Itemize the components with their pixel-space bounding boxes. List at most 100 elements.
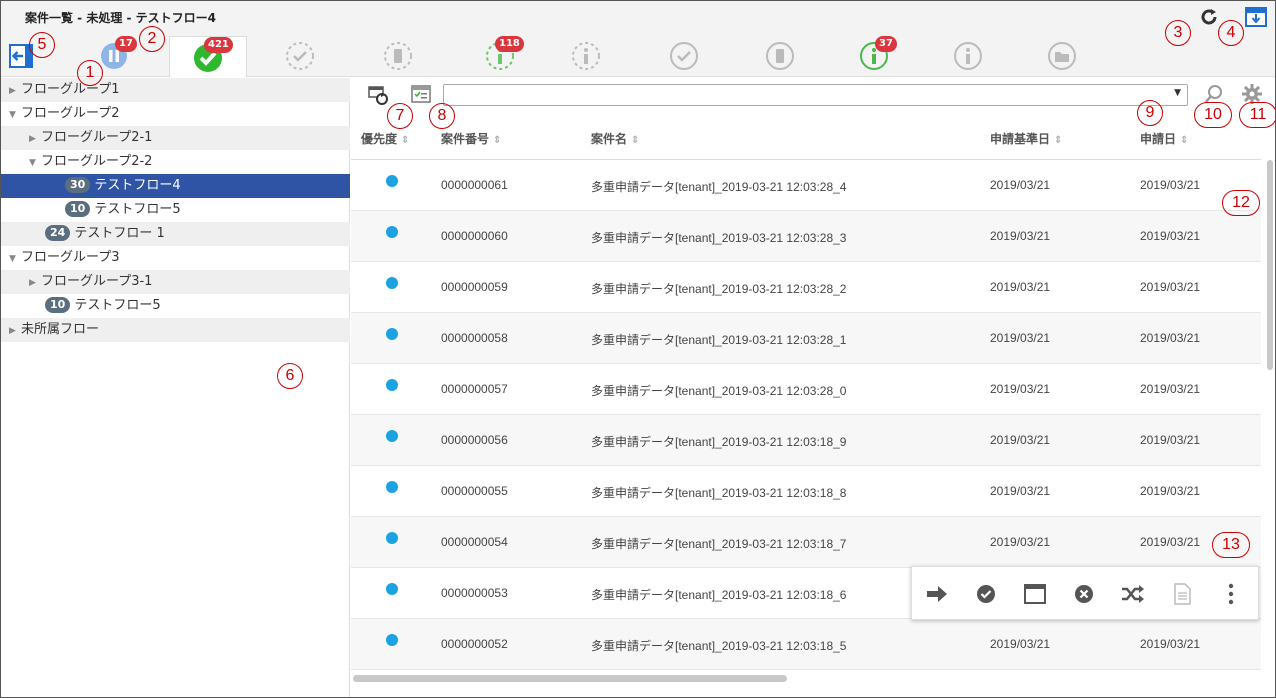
tree-item-label: フローグループ3-1: [41, 274, 153, 289]
table-row[interactable]: 0000000061 多重申請データ[tenant]_2019-03-21 12…: [351, 160, 1261, 211]
title-bar: 案件一覧 - 未処理 - テストフロー4: [1, 1, 1275, 33]
column-settings-icon[interactable]: [411, 84, 431, 107]
case-name: 多重申請データ[tenant]_2019-03-21 12:03:28_1: [591, 333, 847, 347]
case-name: 多重申請データ[tenant]_2019-03-21 12:03:18_7: [591, 537, 847, 551]
search-select[interactable]: ▼: [443, 84, 1188, 106]
case-number: 0000000060: [441, 229, 508, 243]
tab-folder-outline[interactable]: [1023, 36, 1101, 76]
tree-item[interactable]: 24 テストフロー 1: [1, 222, 350, 246]
document-icon[interactable]: [1169, 581, 1195, 607]
case-number: 0000000056: [441, 433, 508, 447]
table-row[interactable]: 0000000055 多重申請データ[tenant]_2019-03-21 12…: [351, 466, 1261, 517]
apply-date: 2019/03/21: [1140, 331, 1201, 345]
download-icon[interactable]: [1245, 7, 1267, 30]
sort-icon: ⇕: [1180, 135, 1189, 146]
table-row[interactable]: 0000000057 多重申請データ[tenant]_2019-03-21 12…: [351, 364, 1261, 415]
case-name: 多重申請データ[tenant]_2019-03-21 12:03:28_2: [591, 282, 847, 296]
column-header-base-date[interactable]: 申請基準日 ⇕: [990, 130, 1062, 147]
shuffle-icon[interactable]: [1120, 581, 1146, 607]
apply-date: 2019/03/21: [1140, 382, 1201, 396]
document-dashed-icon: [384, 42, 412, 70]
tab-unprocessed[interactable]: 421: [169, 36, 247, 78]
tab-document-dashed[interactable]: [359, 36, 437, 76]
tree-item[interactable]: ▼ フローグループ3: [1, 246, 350, 270]
column-header-name[interactable]: 案件名 ⇕: [591, 130, 639, 147]
apply-date: 2019/03/21: [1140, 484, 1201, 498]
tree-item[interactable]: ▶ フローグループ1: [1, 78, 350, 102]
callout-2: 2: [139, 26, 165, 52]
tree-item-label: フローグループ1: [21, 82, 120, 97]
tab-badge: 37: [875, 36, 897, 52]
table-row[interactable]: 0000000054 多重申請データ[tenant]_2019-03-21 12…: [351, 517, 1261, 568]
tree-item[interactable]: ▼ フローグループ2-2: [1, 150, 350, 174]
callout-5: 5: [29, 32, 55, 58]
sort-icon: ⇕: [401, 135, 410, 146]
column-header-priority[interactable]: 優先度 ⇕: [361, 130, 409, 147]
priority-dot-icon: [386, 532, 398, 544]
callout-11: 11: [1239, 102, 1275, 128]
tab-info-dashed-green[interactable]: 118: [461, 36, 539, 76]
tree-item-label: フローグループ2-1: [41, 130, 153, 145]
callout-1: 1: [77, 60, 103, 86]
check-dashed-icon: [286, 42, 314, 70]
scroll-thumb[interactable]: [353, 675, 787, 682]
tree-item[interactable]: 10 テストフロー5: [1, 198, 350, 222]
arrow-right-icon[interactable]: [924, 581, 950, 607]
priority-dot-icon: [386, 328, 398, 340]
priority-dot-icon: [386, 634, 398, 646]
row-action-bar: [911, 566, 1259, 620]
table-row[interactable]: 0000000060 多重申請データ[tenant]_2019-03-21 12…: [351, 211, 1261, 262]
apply-date: 2019/03/21: [1140, 433, 1201, 447]
table-row[interactable]: 0000000058 多重申請データ[tenant]_2019-03-21 12…: [351, 313, 1261, 364]
chevron-down-icon: ▼: [1174, 88, 1181, 98]
close-circle-icon[interactable]: [1071, 581, 1097, 607]
tree-item[interactable]: ▶ 未所属フロー: [1, 318, 350, 342]
column-header-number[interactable]: 案件番号 ⇕: [441, 130, 501, 147]
column-header-apply-date[interactable]: 申請日 ⇕: [1140, 130, 1188, 147]
table-header: 優先度 ⇕ 案件番号 ⇕ 案件名 ⇕ 申請基準日 ⇕ 申請日 ⇕: [351, 114, 1261, 160]
callout-9: 9: [1137, 100, 1163, 126]
tree-item[interactable]: ▶ フローグループ2-1: [1, 126, 350, 150]
tab-info-outline[interactable]: [929, 36, 1007, 76]
tab-info-green[interactable]: 37: [835, 36, 913, 76]
table-row[interactable]: 0000000052 多重申請データ[tenant]_2019-03-21 12…: [351, 619, 1261, 670]
table-row[interactable]: 0000000056 多重申請データ[tenant]_2019-03-21 12…: [351, 415, 1261, 466]
case-number: 0000000054: [441, 535, 508, 549]
tree-item[interactable]: 10 テストフロー5: [1, 294, 350, 318]
sort-icon: ⇕: [1054, 135, 1063, 146]
check-icon[interactable]: [973, 581, 999, 607]
tab-check-dashed[interactable]: [261, 36, 339, 76]
case-name: 多重申請データ[tenant]_2019-03-21 12:03:28_4: [591, 180, 847, 194]
table-row[interactable]: 0000000059 多重申請データ[tenant]_2019-03-21 12…: [351, 262, 1261, 313]
tab-document-outline[interactable]: [741, 36, 819, 76]
priority-dot-icon: [386, 379, 398, 391]
status-tab-bar: 17 421 118 37: [1, 33, 1275, 78]
window-icon[interactable]: [1022, 581, 1048, 607]
tree-item[interactable]: ▶ フローグループ3-1: [1, 270, 350, 294]
info-outline-icon: [954, 42, 982, 70]
apply-date: 2019/03/21: [1140, 535, 1201, 549]
priority-dot-icon: [386, 277, 398, 289]
callout-6: 6: [277, 363, 303, 389]
callout-13: 13: [1212, 532, 1250, 558]
tree-item-label: テストフロー 1: [74, 226, 165, 241]
tab-check-outline[interactable]: [645, 36, 723, 76]
tab-info-dashed[interactable]: [547, 36, 625, 76]
case-number: 0000000052: [441, 637, 508, 651]
apply-date: 2019/03/21: [1140, 178, 1201, 192]
refresh-list-icon[interactable]: [367, 84, 389, 109]
base-date: 2019/03/21: [990, 382, 1051, 396]
vertical-scrollbar[interactable]: [1264, 160, 1274, 680]
case-number: 0000000061: [441, 178, 508, 192]
flow-tree-sidebar: ▶ フローグループ1 ▼ フローグループ2 ▶ フローグループ2-1 ▼ フローグループ…: [1, 78, 350, 697]
priority-dot-icon: [386, 175, 398, 187]
callout-12: 12: [1222, 190, 1260, 216]
tree-item-selected[interactable]: 30 テストフロー4: [1, 174, 350, 198]
base-date: 2019/03/21: [990, 433, 1051, 447]
tree-item[interactable]: ▼ フローグループ2: [1, 102, 350, 126]
case-number: 0000000058: [441, 331, 508, 345]
more-vertical-icon[interactable]: [1218, 581, 1244, 607]
refresh-icon[interactable]: [1199, 7, 1219, 30]
scroll-thumb[interactable]: [1267, 160, 1273, 370]
horizontal-scrollbar[interactable]: [351, 673, 1261, 683]
